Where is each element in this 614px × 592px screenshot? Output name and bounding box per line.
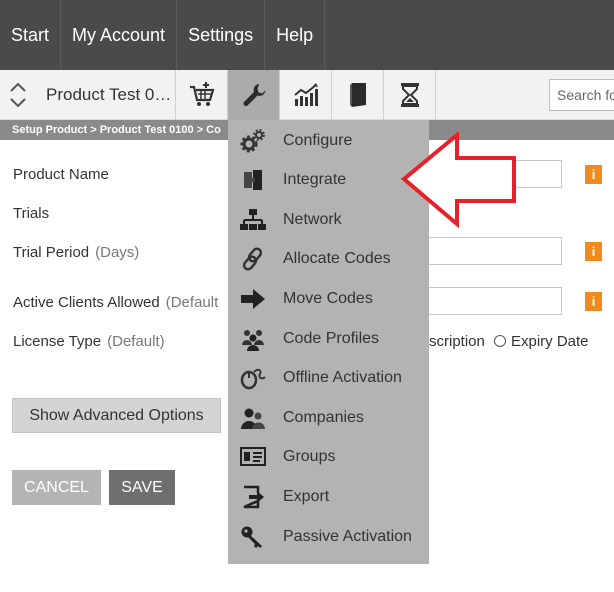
wrench-icon: [243, 84, 265, 107]
product-name-label: Product Name: [13, 166, 109, 183]
top-navigation: Start My Account Settings Help: [0, 0, 614, 70]
product-selector[interactable]: Product Test 0…: [0, 70, 176, 120]
menu-item-groups[interactable]: Groups: [228, 438, 429, 476]
menu-item-export[interactable]: Export: [228, 478, 429, 516]
license-option-subscription[interactable]: scription: [429, 333, 485, 350]
menu-item-code-profiles[interactable]: Code Profiles: [228, 320, 429, 358]
reports-button[interactable]: [280, 70, 332, 120]
trial-period-label: Trial Period: [13, 244, 90, 261]
annotation-arrow-icon: [400, 132, 516, 228]
menu-item-passive-activation[interactable]: Passive Activation: [228, 518, 429, 556]
nav-my-account[interactable]: My Account: [61, 0, 178, 70]
license-option-expiry[interactable]: Expiry Date: [494, 333, 589, 350]
menu-item-integrate[interactable]: Integrate: [228, 161, 429, 199]
id-card-icon: [240, 445, 266, 469]
chart-icon: [293, 83, 318, 106]
trial-period-field[interactable]: [420, 237, 562, 265]
network-icon: [240, 208, 266, 232]
menu-item-label: Code Profiles: [283, 330, 380, 347]
expiry-radio-icon[interactable]: [494, 335, 506, 347]
arrow-right-icon: [240, 287, 266, 311]
menu-item-offline-activation[interactable]: Offline Activation: [228, 359, 429, 397]
menu-item-label: Integrate: [283, 171, 347, 188]
product-selector-label: Product Test 0…: [46, 85, 172, 104]
license-type-label-row: License Type (Default): [13, 333, 165, 350]
active-clients-hint: (Default: [165, 294, 219, 311]
menu-item-label: Export: [283, 488, 330, 505]
link-icon: [240, 247, 266, 271]
menu-item-label: Allocate Codes: [283, 250, 391, 267]
show-advanced-options-button[interactable]: Show Advanced Options: [12, 398, 221, 433]
active-clients-info-icon[interactable]: i: [585, 292, 602, 311]
cancel-button[interactable]: CANCEL: [12, 470, 101, 505]
gears-icon: [240, 129, 266, 153]
cart-add-icon: [189, 82, 214, 106]
trial-period-hint: (Days): [95, 244, 140, 261]
menu-item-label: Passive Activation: [283, 528, 412, 545]
menu-item-allocate-codes[interactable]: Allocate Codes: [228, 240, 429, 278]
menu-item-label: Move Codes: [283, 290, 373, 307]
tools-menu-button[interactable]: [228, 70, 280, 120]
people-icon: [240, 327, 266, 351]
menu-item-configure[interactable]: Configure: [228, 122, 429, 160]
export-icon: [240, 485, 266, 509]
documentation-button[interactable]: [332, 70, 384, 120]
trial-button[interactable]: [384, 70, 436, 120]
save-button[interactable]: SAVE: [109, 470, 175, 505]
menu-item-label: Configure: [283, 132, 353, 149]
chevron-up-down-icon: [10, 82, 26, 108]
trial-period-label-row: Trial Period (Days): [13, 244, 139, 261]
menu-item-move-codes[interactable]: Move Codes: [228, 280, 429, 318]
menu-item-label: Companies: [283, 409, 364, 426]
license-type-label: License Type: [13, 333, 102, 350]
active-clients-field[interactable]: [420, 287, 562, 315]
key-icon: [240, 525, 266, 549]
users-icon: [240, 406, 266, 430]
trial-period-info-icon[interactable]: i: [585, 242, 602, 261]
search-input[interactable]: [549, 79, 614, 111]
trials-label: Trials: [13, 205, 50, 222]
puzzle-icon: [240, 168, 266, 192]
menu-item-label: Groups: [283, 448, 336, 465]
active-clients-label: Active Clients Allowed: [13, 294, 160, 311]
nav-help[interactable]: Help: [265, 0, 326, 70]
book-icon: [349, 83, 366, 107]
add-to-cart-button[interactable]: [176, 70, 228, 120]
active-clients-label-row: Active Clients Allowed (Default: [13, 294, 218, 311]
product-toolbar: Product Test 0…: [0, 70, 614, 120]
nav-settings[interactable]: Settings: [177, 0, 266, 70]
menu-item-label: Offline Activation: [283, 369, 402, 386]
mouse-icon: [240, 366, 266, 390]
hourglass-icon: [400, 83, 419, 107]
license-option-expiry-label: Expiry Date: [511, 333, 589, 350]
menu-item-network[interactable]: Network: [228, 201, 429, 239]
nav-start[interactable]: Start: [0, 0, 62, 70]
tools-dropdown-menu: Configure Integrate Network Allocate Cod…: [228, 120, 429, 564]
menu-item-label: Network: [283, 211, 342, 228]
menu-item-companies[interactable]: Companies: [228, 399, 429, 437]
license-type-hint: (Default): [107, 333, 165, 350]
product-name-info-icon[interactable]: i: [585, 165, 602, 184]
